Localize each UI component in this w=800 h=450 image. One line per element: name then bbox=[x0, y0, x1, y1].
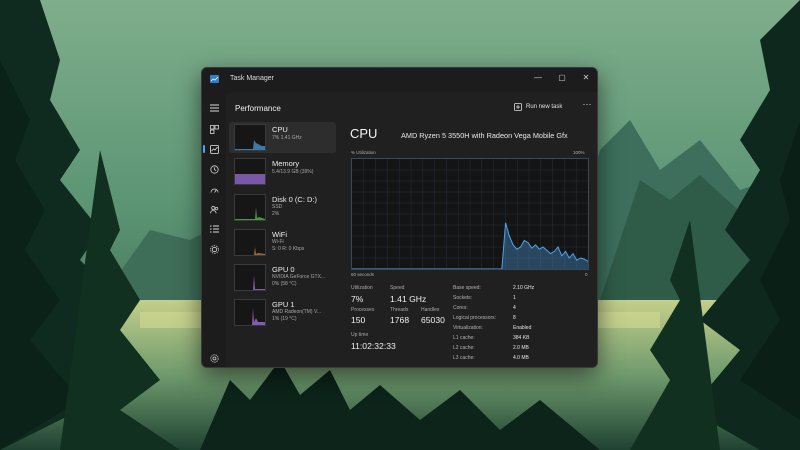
run-new-task-label: Run new task bbox=[526, 104, 563, 110]
device-name: Memory bbox=[272, 159, 300, 168]
device-name: GPU 1 bbox=[272, 300, 295, 309]
device-detail: 7% 1.41 GHz bbox=[272, 135, 302, 141]
gpu1-mini-graph bbox=[234, 299, 266, 326]
spec-label: Virtualization: bbox=[453, 325, 483, 331]
memory-mini-graph bbox=[234, 158, 266, 185]
minimize-button[interactable]: — bbox=[529, 71, 547, 85]
cpu-utilization-graph bbox=[351, 158, 589, 270]
device-detail-secondary: S: 0 R: 0 Kbps bbox=[272, 246, 305, 252]
utilization-value: 7% bbox=[351, 294, 364, 304]
device-item-wifi[interactable]: WiFi Wi-Fi S: 0 R: 0 Kbps bbox=[229, 227, 336, 258]
device-detail: SSD bbox=[272, 204, 283, 210]
cpu-mini-graph bbox=[234, 124, 266, 151]
device-item-memory[interactable]: Memory 5.4/13.9 GB (39%) bbox=[229, 156, 336, 187]
threads-label: Threads bbox=[390, 307, 409, 313]
navigation-rail bbox=[202, 92, 226, 367]
spec-value: Enabled bbox=[513, 325, 532, 331]
maximize-button[interactable]: ▢ bbox=[553, 71, 571, 85]
wifi-mini-graph bbox=[234, 229, 266, 256]
close-button[interactable]: ✕ bbox=[577, 71, 595, 85]
panel-title: CPU bbox=[350, 126, 378, 141]
spec-label: L3 cache: bbox=[453, 355, 475, 361]
spec-value: 4 bbox=[513, 305, 516, 311]
device-name: Disk 0 (C: D:) bbox=[272, 195, 317, 204]
spec-label: Base speed: bbox=[453, 285, 481, 291]
disk-mini-graph bbox=[234, 194, 266, 221]
window-title: Task Manager bbox=[230, 75, 274, 82]
services-icon[interactable] bbox=[207, 242, 221, 256]
app-history-icon[interactable] bbox=[207, 162, 221, 176]
device-detail-secondary: 2% bbox=[272, 211, 280, 217]
performance-page: Performance Run new task ··· CPU 7% 1.41… bbox=[226, 92, 597, 367]
processes-icon[interactable] bbox=[207, 122, 221, 136]
title-bar[interactable]: Task Manager — ▢ ✕ bbox=[202, 68, 597, 90]
device-item-gpu-1[interactable]: GPU 1 AMD Radeon(TM) V... 1% (19 °C) bbox=[229, 297, 336, 328]
page-title: Performance bbox=[235, 104, 281, 113]
device-name: GPU 0 bbox=[272, 265, 295, 274]
spec-label: Sockets: bbox=[453, 295, 473, 301]
spec-value: 384 KB bbox=[513, 335, 530, 341]
device-detail: AMD Radeon(TM) V... bbox=[272, 309, 321, 315]
spec-label: Cores: bbox=[453, 305, 468, 311]
device-item-cpu[interactable]: CPU 7% 1.41 GHz bbox=[229, 122, 336, 153]
processor-name: AMD Ryzen 5 3550H with Radeon Vega Mobil… bbox=[401, 131, 568, 140]
spec-label: L2 cache: bbox=[453, 345, 475, 351]
speed-value: 1.41 GHz bbox=[390, 294, 427, 304]
users-icon[interactable] bbox=[207, 202, 221, 216]
spec-value: 8 bbox=[513, 315, 516, 321]
utilization-label: Utilization bbox=[351, 285, 373, 291]
more-options-button[interactable]: ··· bbox=[581, 100, 593, 112]
task-manager-app-icon bbox=[210, 75, 219, 83]
graph-bottom-right: 0 bbox=[585, 272, 588, 277]
run-task-icon bbox=[514, 103, 522, 111]
device-detail: Wi-Fi bbox=[272, 239, 284, 245]
device-item-gpu-0[interactable]: GPU 0 NVIDIA GeForce GTX... 0% (58 °C) bbox=[229, 262, 336, 293]
graph-bottom-left: 60 seconds bbox=[351, 272, 375, 277]
settings-icon[interactable] bbox=[207, 351, 221, 365]
details-icon[interactable] bbox=[207, 222, 221, 236]
handles-value: 65030 bbox=[421, 315, 445, 325]
graph-label-right: 100% bbox=[573, 150, 585, 155]
threads-value: 1768 bbox=[390, 315, 410, 325]
spec-label: Logical processors: bbox=[453, 315, 497, 321]
spec-value: 1 bbox=[513, 295, 516, 301]
performance-icon[interactable] bbox=[203, 142, 221, 156]
startup-apps-icon[interactable] bbox=[207, 182, 221, 196]
device-detail: 5.4/13.9 GB (39%) bbox=[272, 169, 314, 175]
spec-value: 4.0 MB bbox=[513, 355, 529, 361]
processes-value: 150 bbox=[351, 315, 366, 325]
spec-label: L1 cache: bbox=[453, 335, 475, 341]
device-detail-secondary: 1% (19 °C) bbox=[272, 316, 297, 322]
device-item-disk[interactable]: Disk 0 (C: D:) SSD 2% bbox=[229, 192, 336, 223]
task-manager-window[interactable]: Task Manager — ▢ ✕ Performance Run new t… bbox=[201, 67, 598, 368]
processes-label: Processes bbox=[351, 307, 375, 313]
speed-label: Speed bbox=[390, 285, 405, 291]
uptime-value: 11:02:32:33 bbox=[351, 341, 396, 351]
device-detail: NVIDIA GeForce GTX... bbox=[272, 274, 326, 280]
spec-value: 2.10 GHz bbox=[513, 285, 535, 291]
device-detail-secondary: 0% (58 °C) bbox=[272, 281, 297, 287]
run-new-task-button[interactable]: Run new task bbox=[514, 100, 562, 114]
uptime-label: Up time bbox=[351, 332, 369, 338]
handles-label: Handles bbox=[421, 307, 440, 313]
graph-label-left: % Utilization bbox=[351, 150, 376, 155]
device-name: WiFi bbox=[272, 230, 287, 239]
gpu0-mini-graph bbox=[234, 264, 266, 291]
spec-value: 2.0 MB bbox=[513, 345, 529, 351]
device-name: CPU bbox=[272, 125, 288, 134]
hamburger-icon[interactable] bbox=[207, 101, 221, 115]
